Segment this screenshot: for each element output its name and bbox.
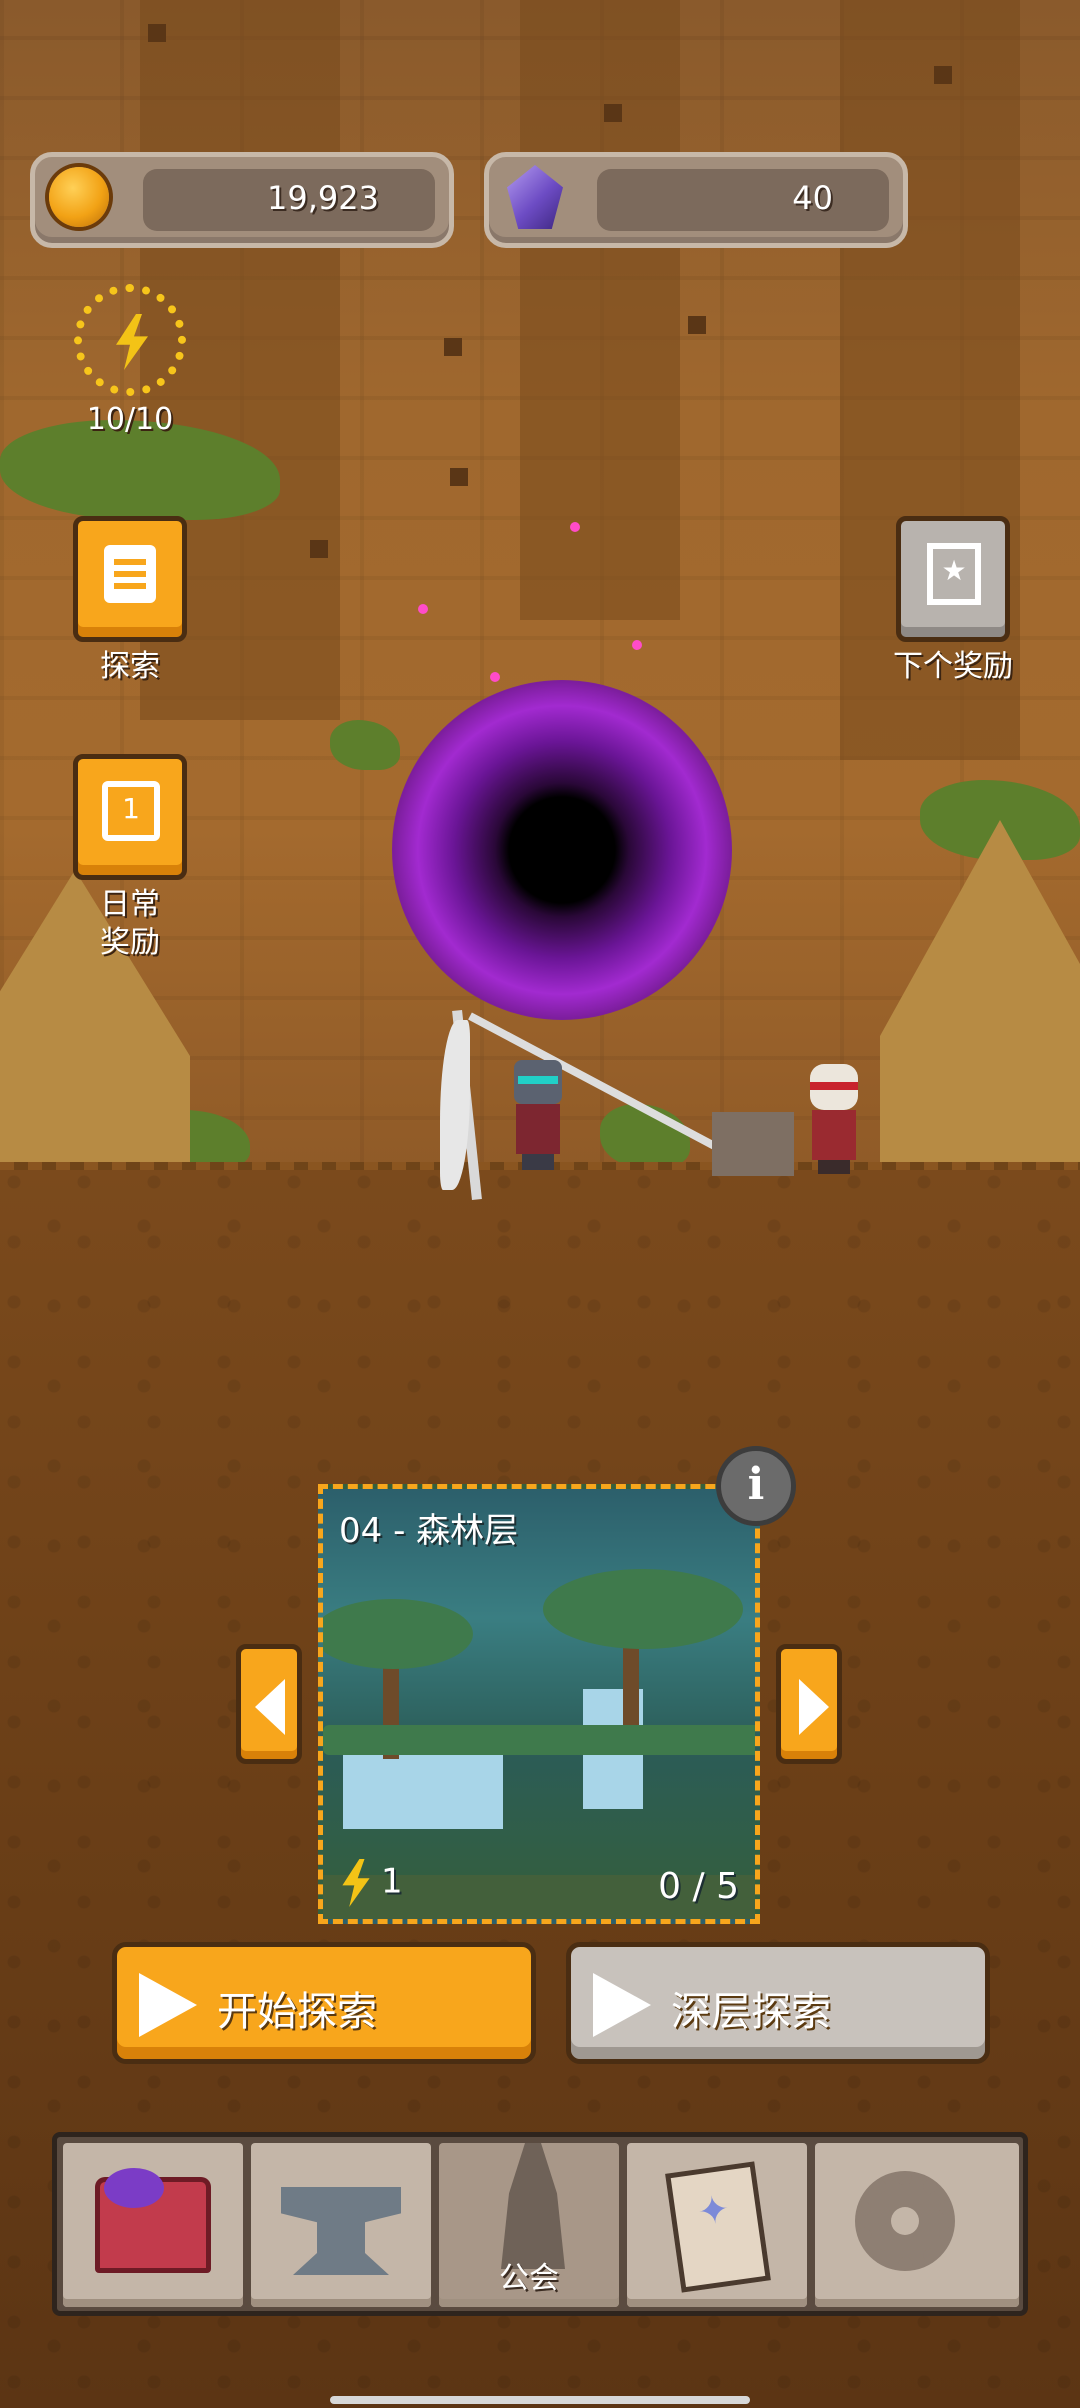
grass-ledge [323, 1725, 755, 1755]
npc-headband [810, 1082, 858, 1090]
energy-ring [74, 284, 186, 396]
daily-reward-label: 日常 奖励 [100, 887, 160, 960]
gold-coin-icon [49, 167, 109, 227]
gem-value: 40 [792, 179, 833, 217]
nav-item-cards[interactable] [627, 2143, 807, 2307]
gold-value: 19,923 [267, 179, 379, 217]
daily-reward-button-box: 1 [73, 754, 187, 880]
wall-stone [148, 24, 166, 42]
player-character[interactable] [508, 1060, 568, 1170]
explore-button-box [73, 516, 187, 642]
stage-cost: 1 [339, 1859, 403, 1907]
purple-gem-icon [507, 165, 563, 229]
hero-legs [522, 1154, 554, 1170]
bottom-nav: 公会 [52, 2132, 1028, 2316]
portal-spark [632, 640, 642, 650]
stage-title: 04 - 森林层 [339, 1511, 519, 1551]
hero-armor [516, 1104, 560, 1154]
treasure-chest-icon [95, 2168, 211, 2273]
info-button[interactable]: i [716, 1446, 796, 1526]
nav-item-settings[interactable] [815, 2143, 1019, 2307]
wall-stone [450, 468, 468, 486]
energy-indicator[interactable]: 10/10 [64, 284, 196, 437]
scroll-card-icon [665, 2161, 771, 2293]
blacksmith-npc[interactable] [804, 1064, 864, 1174]
gem-counter[interactable]: 40 [484, 152, 908, 248]
stage-progress: 0 / 5 [658, 1866, 739, 1907]
npc-legs [818, 1160, 850, 1174]
nav-item-forge[interactable] [251, 2143, 431, 2307]
wall-stone [688, 316, 706, 334]
info-icon: i [747, 1459, 765, 1510]
gear-icon [855, 2171, 955, 2271]
next-reward-label: 下个奖励 [893, 649, 1013, 684]
chevron-left-icon [255, 1679, 285, 1735]
lightning-bolt-icon [342, 1859, 370, 1907]
next-reward-button[interactable]: ★ 下个奖励 [882, 516, 1024, 686]
deep-explore-button[interactable]: 深层探索 [566, 1942, 990, 2064]
next-stage-button[interactable] [776, 1644, 842, 1764]
daily-reward-button[interactable]: 1 日常 奖励 [62, 754, 198, 962]
wall-stone [934, 66, 952, 84]
star-card-icon: ★ [927, 543, 981, 605]
deep-explore-label: 深层探索 [671, 1989, 831, 2035]
calendar-icon: 1 [102, 781, 160, 841]
nav-guild-label: 公会 [499, 2261, 559, 2296]
wall-stone [310, 540, 328, 558]
wall-stone [444, 338, 462, 356]
explore-label: 探索 [100, 649, 160, 684]
play-icon [593, 1973, 651, 2037]
nav-item-chest[interactable] [63, 2143, 243, 2307]
background-tower-center [520, 0, 680, 620]
tree-canopy [543, 1569, 743, 1649]
portal-spark [570, 522, 580, 532]
hero-visor [518, 1076, 558, 1084]
gem-slot [597, 169, 889, 231]
dark-portal [392, 680, 732, 1020]
stage-cost-value: 1 [381, 1861, 403, 1902]
gold-counter[interactable]: 19,923 [30, 152, 454, 248]
lightning-bolt-icon [116, 314, 148, 370]
stage-card[interactable]: 04 - 森林层 1 0 / 5 [318, 1484, 760, 1924]
start-explore-button[interactable]: 开始探索 [112, 1942, 536, 2064]
anvil-stump [712, 1112, 794, 1176]
start-explore-label: 开始探索 [217, 1989, 377, 2035]
home-indicator[interactable] [330, 2396, 750, 2404]
nav-item-guild[interactable]: 公会 [439, 2143, 619, 2307]
prev-stage-button[interactable] [236, 1644, 302, 1764]
document-icon [104, 545, 156, 603]
portal-spark [418, 604, 428, 614]
chevron-right-icon [799, 1679, 829, 1735]
play-icon [139, 1973, 197, 2037]
guild-tower-icon [501, 2143, 565, 2269]
next-reward-button-box: ★ [896, 516, 1010, 642]
npc-body [812, 1110, 856, 1160]
anvil-icon [281, 2187, 401, 2275]
waterfall [343, 1749, 503, 1829]
tree-canopy [323, 1599, 473, 1669]
energy-value: 10/10 [86, 402, 174, 437]
explore-button[interactable]: 探索 [62, 516, 198, 686]
wall-stone [604, 104, 622, 122]
portal-spark [490, 672, 500, 682]
